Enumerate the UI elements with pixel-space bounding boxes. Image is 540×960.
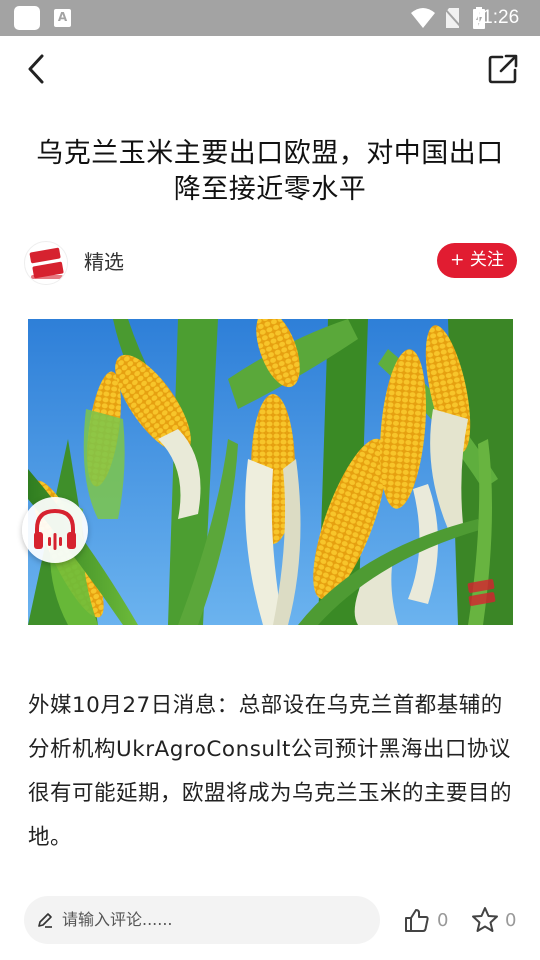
pencil-icon — [38, 913, 52, 928]
back-button[interactable] — [20, 52, 52, 86]
clock: 11:26 — [473, 7, 520, 28]
favorite-count: 0 — [505, 910, 517, 931]
article-title: 乌克兰玉米主要出口欧盟，对中国出口降至接近零水平 — [36, 138, 504, 205]
chevron-left-icon — [28, 54, 44, 84]
a-notification-icon: A — [54, 9, 71, 27]
star-icon[interactable] — [471, 906, 499, 934]
comment-placeholder: 请输入评论...... — [62, 910, 173, 929]
source-name[interactable]: 精选 — [84, 249, 124, 275]
wifi-icon — [411, 8, 435, 28]
like-icon[interactable] — [404, 907, 430, 933]
notification-square-icon — [14, 6, 40, 30]
like-count: 0 — [437, 910, 449, 931]
article-body: 外媒10月27日消息：总部设在乌克兰首都基辅的分析机构UkrAgroConsul… — [28, 693, 513, 850]
share-external-icon — [488, 54, 518, 84]
no-sim-icon — [444, 8, 462, 28]
audio-play-button[interactable] — [22, 497, 88, 563]
source-avatar[interactable] — [24, 241, 68, 285]
share-button[interactable] — [486, 52, 520, 86]
headphones-icon — [34, 508, 76, 550]
article-image — [28, 319, 513, 625]
source-logo-icon — [26, 243, 67, 284]
status-bar: A 11:26 — [0, 0, 540, 36]
comment-input[interactable]: 请输入评论...... — [24, 896, 380, 944]
follow-button[interactable]: + 关注 — [437, 243, 517, 278]
